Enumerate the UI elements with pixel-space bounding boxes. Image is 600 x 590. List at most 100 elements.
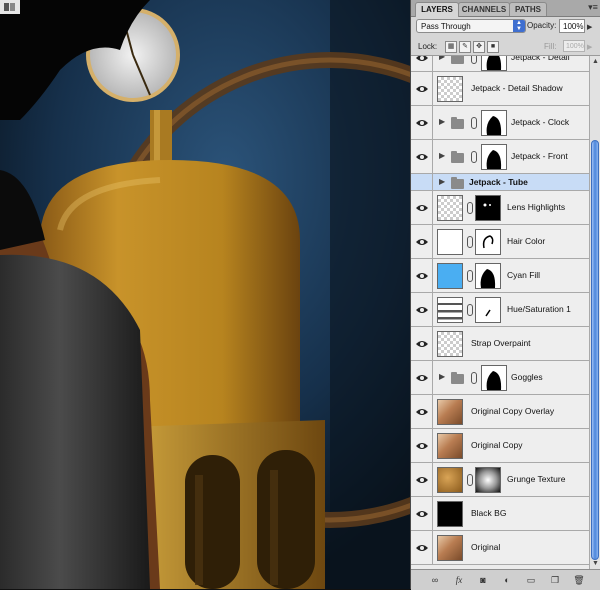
tab-channels[interactable]: CHANNELS (458, 2, 510, 16)
visibility-toggle[interactable] (411, 497, 433, 530)
layer-thumbnail (437, 297, 463, 323)
tab-paths[interactable]: PATHS (509, 2, 547, 16)
visibility-toggle[interactable] (411, 259, 433, 292)
layer-name: Original Copy (471, 440, 523, 450)
fill-field[interactable]: 100% (563, 40, 585, 52)
new-layer-icon[interactable]: ❐ (549, 574, 561, 586)
visibility-toggle[interactable] (411, 191, 433, 224)
layer-thumbnail (437, 433, 463, 459)
visibility-toggle[interactable] (411, 327, 433, 360)
layer-name: Jetpack - Detail Shadow (471, 83, 563, 93)
trash-icon[interactable]: 🗑 (573, 574, 585, 586)
layers-scrollbar[interactable]: ▲ ▼ (589, 56, 600, 569)
panel-menu-icon[interactable]: ▾≡ (588, 2, 598, 12)
eye-icon (416, 545, 428, 551)
expand-triangle-icon[interactable]: ▶ (439, 151, 445, 160)
lock-position-icon[interactable]: ✥ (473, 41, 485, 53)
visibility-toggle[interactable] (411, 56, 433, 71)
layer-mask-thumbnail (475, 195, 501, 221)
layers-list[interactable]: ▶ Jetpack - Detail Jetpack - Detail Shadow… (411, 56, 589, 569)
visibility-toggle[interactable] (411, 429, 433, 462)
expand-triangle-icon[interactable]: ▶ (439, 117, 445, 126)
visibility-toggle[interactable] (411, 463, 433, 496)
layer-name: Jetpack - Tube (469, 176, 528, 187)
visibility-toggle[interactable] (411, 106, 433, 139)
layer-row[interactable]: Original (411, 531, 589, 565)
fill-label: Fill: (544, 42, 557, 51)
layer-row[interactable]: Jetpack - Detail Shadow (411, 72, 589, 106)
link-icon[interactable] (471, 151, 477, 163)
layer-row[interactable]: Lens Highlights (411, 191, 589, 225)
link-layers-icon[interactable]: ∞ (429, 574, 441, 586)
layer-row[interactable]: Hair Color (411, 225, 589, 259)
visibility-toggle[interactable] (411, 531, 433, 564)
fill-slider-arrow-icon[interactable]: ▶ (587, 43, 592, 51)
layer-row[interactable]: Original Copy (411, 429, 589, 463)
layer-row[interactable]: ▶ Jetpack - Tube (411, 174, 589, 191)
link-icon[interactable] (467, 236, 473, 248)
layer-row[interactable]: ▶ Jetpack - Clock (411, 106, 589, 140)
eye-icon (416, 273, 428, 279)
layer-name: Strap Overpaint (471, 338, 531, 348)
eye-icon (416, 120, 428, 126)
layer-row[interactable]: Original Copy Overlay (411, 395, 589, 429)
link-icon[interactable] (467, 304, 473, 316)
eye-icon (416, 341, 428, 347)
visibility-toggle[interactable] (411, 140, 433, 173)
fx-icon[interactable]: fx (453, 574, 465, 586)
scroll-down-icon[interactable]: ▼ (591, 559, 600, 568)
layer-row[interactable]: Cyan Fill (411, 259, 589, 293)
layer-row[interactable]: Hue/Saturation 1 (411, 293, 589, 327)
adjustment-layer-icon[interactable]: ◐ (501, 574, 513, 586)
tab-layers[interactable]: LAYERS (415, 2, 459, 17)
layer-row[interactable]: Grunge Texture (411, 463, 589, 497)
link-icon[interactable] (467, 270, 473, 282)
layer-name: Jetpack - Front (511, 151, 568, 161)
expand-triangle-icon[interactable]: ▶ (439, 177, 445, 186)
layer-mask-thumbnail (481, 56, 507, 71)
link-icon[interactable] (471, 372, 477, 384)
layer-name: Jetpack - Clock (511, 117, 570, 127)
visibility-toggle[interactable] (411, 361, 433, 394)
layer-row[interactable]: Black BG (411, 497, 589, 531)
workspace-icon[interactable] (0, 0, 20, 14)
new-group-icon[interactable]: ▭ (525, 574, 537, 586)
layer-name: Original (471, 542, 501, 552)
layer-row[interactable]: Strap Overpaint (411, 327, 589, 361)
blend-mode-select[interactable]: Pass Through ▲ ▼ (416, 19, 526, 33)
lock-image-icon[interactable]: ✎ (459, 41, 471, 53)
layer-row[interactable]: ▶ Jetpack - Front (411, 140, 589, 174)
eye-icon (416, 477, 428, 483)
expand-triangle-icon[interactable]: ▶ (439, 372, 445, 381)
layer-name: Black BG (471, 508, 507, 518)
layer-thumbnail (437, 501, 463, 527)
document-canvas[interactable] (0, 0, 410, 589)
lock-row: Lock: ▦ ✎ ✥ ■ Fill: 100% ▶ (411, 38, 600, 56)
scrollbar-thumb[interactable] (591, 140, 599, 560)
add-mask-icon[interactable]: ◙ (477, 574, 489, 586)
layer-thumbnail (437, 467, 463, 493)
expand-triangle-icon[interactable]: ▶ (439, 56, 445, 61)
visibility-toggle[interactable] (411, 72, 433, 105)
lock-all-icon[interactable]: ■ (487, 41, 499, 53)
visibility-toggle[interactable] (411, 174, 433, 190)
opacity-slider-arrow-icon[interactable]: ▶ (587, 23, 592, 31)
visibility-toggle[interactable] (411, 225, 433, 258)
scroll-up-icon[interactable]: ▲ (591, 57, 600, 66)
link-icon[interactable] (467, 474, 473, 486)
lock-transparency-icon[interactable]: ▦ (445, 41, 457, 53)
layer-row[interactable]: ▶ Goggles (411, 361, 589, 395)
link-icon[interactable] (471, 56, 477, 64)
layer-thumbnail (437, 263, 463, 289)
panel-tab-bar: LAYERS CHANNELS PATHS ▾≡ (411, 0, 600, 17)
visibility-toggle[interactable] (411, 293, 433, 326)
layer-name: Jetpack - Detail (511, 56, 570, 62)
opacity-field[interactable]: 100% (559, 19, 585, 33)
chevron-updown-icon: ▲ ▼ (513, 20, 525, 32)
layer-mask-thumbnail (475, 467, 501, 493)
layer-row[interactable]: ▶ Jetpack - Detail (411, 56, 589, 72)
link-icon[interactable] (471, 117, 477, 129)
link-icon[interactable] (467, 202, 473, 214)
layer-thumbnail (437, 195, 463, 221)
visibility-toggle[interactable] (411, 395, 433, 428)
